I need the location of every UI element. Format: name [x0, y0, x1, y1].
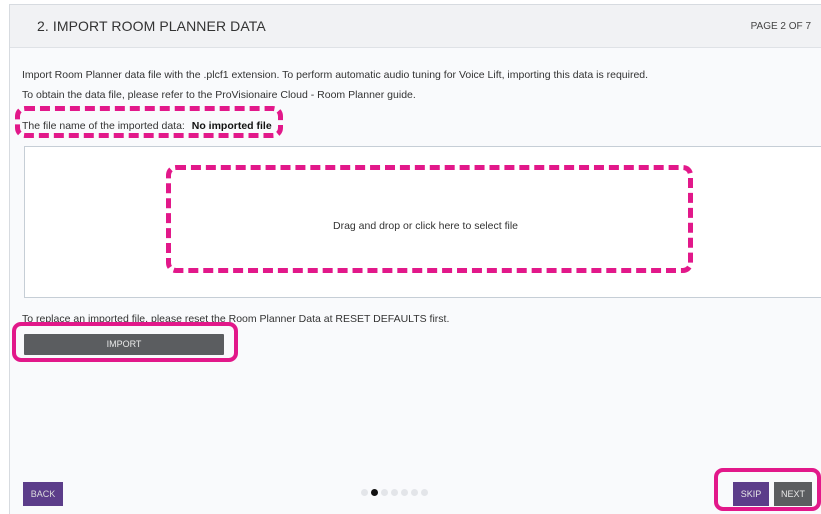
page-dot — [421, 489, 428, 496]
wizard-header: 2. IMPORT ROOM PLANNER DATA PAGE 2 OF 7 — [10, 5, 821, 48]
highlight-import-button — [12, 322, 238, 362]
highlight-drop-zone — [166, 165, 693, 273]
page-dot — [381, 489, 388, 496]
description-text: Import Room Planner data file with the .… — [22, 69, 649, 81]
highlight-skip-next — [714, 468, 821, 511]
page-dot — [411, 489, 418, 496]
page-dot-active — [371, 489, 378, 496]
back-button[interactable]: BACK — [23, 482, 63, 506]
page-indicator: PAGE 2 OF 7 — [750, 21, 811, 32]
page-dots — [361, 489, 428, 496]
page-title: 2. IMPORT ROOM PLANNER DATA — [37, 18, 266, 34]
page-dot — [391, 489, 398, 496]
page-dot — [401, 489, 408, 496]
guide-reference-text: To obtain the data file, please refer to… — [22, 89, 416, 101]
highlight-file-name — [15, 106, 283, 138]
page-dot — [361, 489, 368, 496]
